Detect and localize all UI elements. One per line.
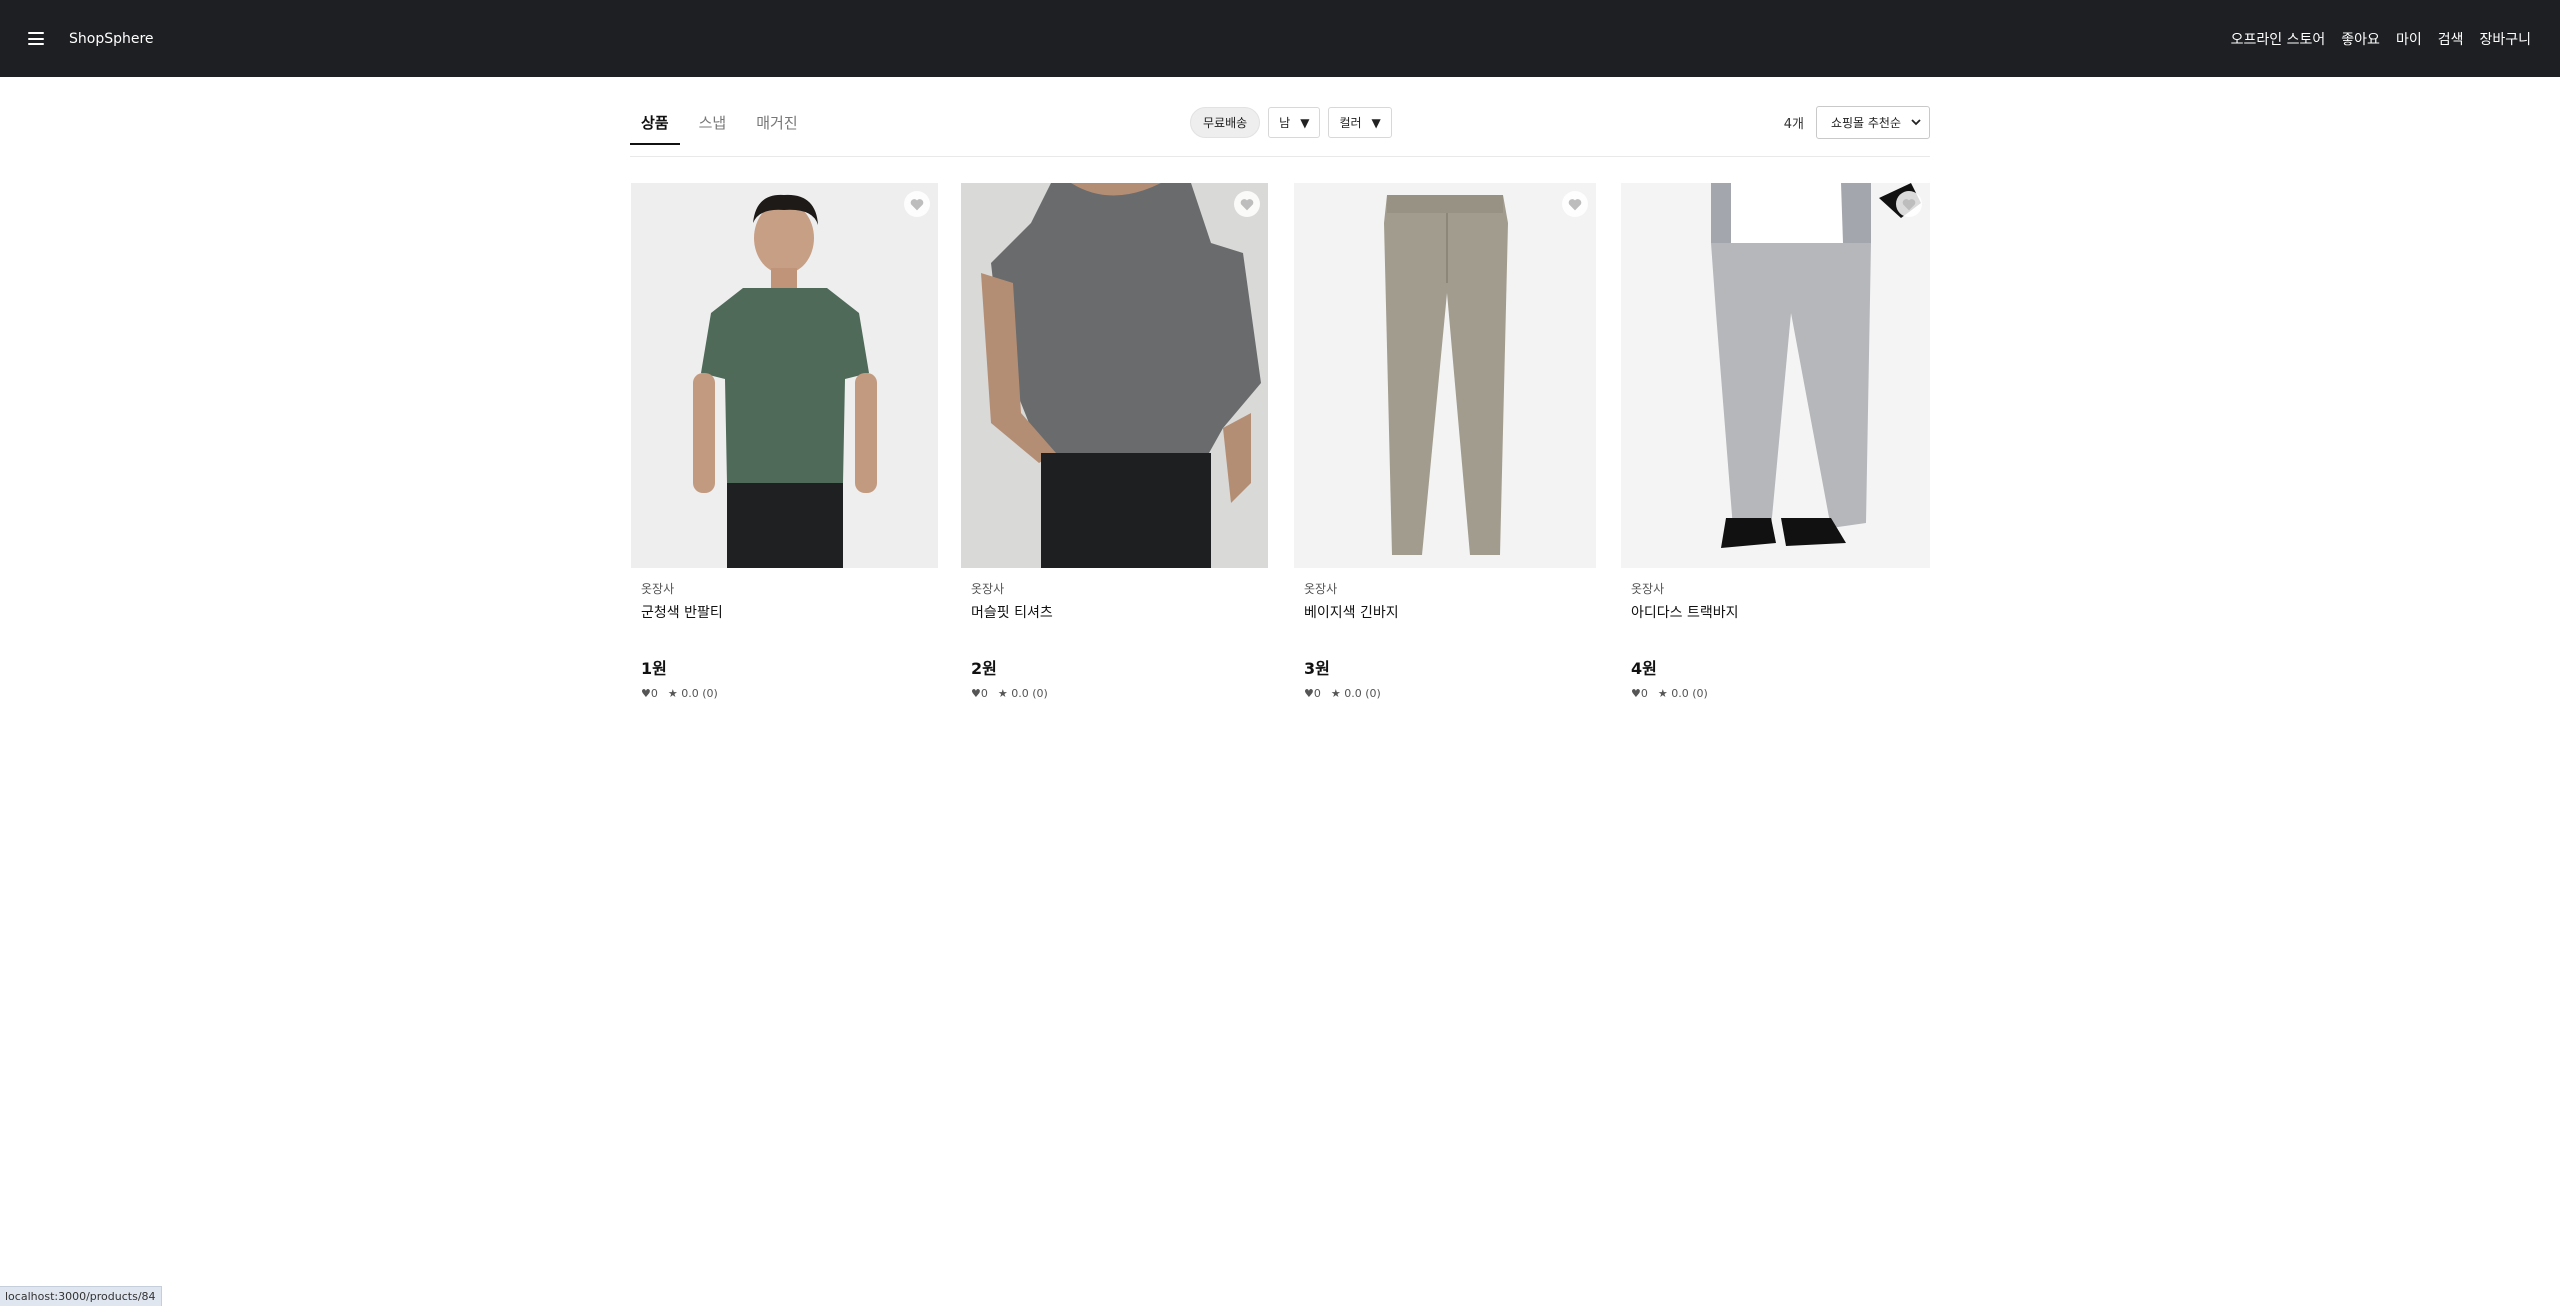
like-count: ♥0: [641, 687, 658, 700]
nav-link-cart[interactable]: 장바구니: [2479, 29, 2531, 49]
product-info: 옷장사 아디다스 트랙바지 4원 ♥0 ★ 0.0 (0): [1621, 568, 1930, 700]
product-price: 3원: [1304, 659, 1330, 678]
sort-select[interactable]: 쇼핑몰 추천순: [1815, 106, 1930, 139]
free-shipping-filter[interactable]: 무료배송: [1190, 107, 1261, 138]
rating-summary: ★ 0.0 (0): [667, 687, 718, 700]
product-stats: ♥0 ★ 0.0 (0): [641, 687, 928, 700]
green-tshirt-model-image: [631, 183, 938, 568]
store-name[interactable]: 옷장사: [971, 580, 1258, 597]
product-stats: ♥0 ★ 0.0 (0): [971, 687, 1258, 700]
product-image[interactable]: [631, 183, 938, 568]
store-name[interactable]: 옷장사: [641, 580, 928, 597]
product-card[interactable]: 옷장사 머슬핏 티셔츠 2원 ♥0 ★ 0.0 (0): [961, 183, 1268, 700]
filter-bar: 무료배송 남 ▼ 컬러 ▼: [1190, 107, 1392, 138]
nav-link-my[interactable]: 마이: [2396, 29, 2422, 49]
store-name[interactable]: 옷장사: [1631, 580, 1920, 597]
product-name[interactable]: 아디다스 트랙바지: [1631, 602, 1920, 622]
beige-pants-image: [1294, 183, 1596, 568]
nav-link-offline-store[interactable]: 오프라인 스토어: [2231, 29, 2326, 49]
main-content: 상품 스냅 매거진 무료배송 남 ▼ 컬러 ▼ 4개 쇼핑몰 추천순 옷장사 군…: [630, 77, 1930, 700]
listing-toolbar: 상품 스냅 매거진 무료배송 남 ▼ 컬러 ▼ 4개 쇼핑몰 추천순: [630, 77, 1930, 157]
sort-selected-label: 쇼핑몰 추천순: [1830, 116, 1901, 130]
result-count: 4개: [1783, 117, 1804, 132]
content-tabs: 상품 스냅 매거진: [630, 104, 817, 145]
status-bar-url: localhost:3000/products/84: [0, 1286, 162, 1306]
nav-link-search[interactable]: 검색: [2438, 29, 2464, 49]
product-name[interactable]: 베이지색 긴바지: [1304, 602, 1586, 622]
gray-track-pants-image: [1621, 183, 1930, 568]
like-count: ♥0: [1631, 687, 1648, 700]
heart-icon: [1240, 198, 1254, 210]
store-name[interactable]: 옷장사: [1304, 580, 1586, 597]
gender-filter-dropdown[interactable]: 남 ▼: [1268, 107, 1321, 138]
tab-snap[interactable]: 스냅: [688, 104, 738, 145]
color-filter-dropdown[interactable]: 컬러 ▼: [1328, 107, 1392, 138]
gender-filter-label: 남: [1279, 116, 1291, 130]
brand-logo-text[interactable]: ShopSphere: [69, 31, 154, 47]
top-navigation-bar: ShopSphere 오프라인 스토어 좋아요 마이 검색 장바구니: [0, 0, 2560, 77]
tab-magazine[interactable]: 매거진: [745, 104, 808, 145]
product-name[interactable]: 머슬핏 티셔츠: [971, 602, 1258, 622]
product-info: 옷장사 머슬핏 티셔츠 2원 ♥0 ★ 0.0 (0): [961, 568, 1268, 700]
product-price: 1원: [641, 659, 667, 678]
caret-down-icon: ▼: [1300, 115, 1310, 130]
product-card[interactable]: 옷장사 아디다스 트랙바지 4원 ♥0 ★ 0.0 (0): [1621, 183, 1930, 700]
gray-muscle-tshirt-image: [961, 183, 1268, 568]
rating-summary: ★ 0.0 (0): [997, 687, 1048, 700]
result-tools: 4개 쇼핑몰 추천순: [1784, 106, 1930, 139]
product-info: 옷장사 베이지색 긴바지 3원 ♥0 ★ 0.0 (0): [1294, 568, 1596, 700]
like-count: ♥0: [971, 687, 988, 700]
rating-summary: ★ 0.0 (0): [1657, 687, 1708, 700]
product-name[interactable]: 군청색 반팔티: [641, 602, 928, 622]
heart-icon: [1902, 198, 1916, 210]
caret-down-icon: ▼: [1371, 115, 1381, 130]
hamburger-menu-icon[interactable]: [28, 32, 44, 45]
rating-summary: ★ 0.0 (0): [1330, 687, 1381, 700]
chevron-down-icon: [1911, 119, 1921, 126]
tab-products[interactable]: 상품: [630, 104, 680, 145]
nav-link-likes[interactable]: 좋아요: [2341, 29, 2380, 49]
heart-icon: [1568, 198, 1582, 210]
heart-icon: [910, 198, 924, 210]
product-image[interactable]: [1294, 183, 1596, 568]
like-button[interactable]: [1896, 191, 1922, 217]
product-info: 옷장사 군청색 반팔티 1원 ♥0 ★ 0.0 (0): [631, 568, 938, 700]
product-image[interactable]: [961, 183, 1268, 568]
product-stats: ♥0 ★ 0.0 (0): [1631, 687, 1920, 700]
product-image[interactable]: [1621, 183, 1930, 568]
like-button[interactable]: [1234, 191, 1260, 217]
like-button[interactable]: [904, 191, 930, 217]
like-count: ♥0: [1304, 687, 1321, 700]
product-card[interactable]: 옷장사 군청색 반팔티 1원 ♥0 ★ 0.0 (0): [631, 183, 938, 700]
top-links: 오프라인 스토어 좋아요 마이 검색 장바구니: [2231, 29, 2531, 49]
color-filter-label: 컬러: [1339, 116, 1362, 130]
like-button[interactable]: [1562, 191, 1588, 217]
product-stats: ♥0 ★ 0.0 (0): [1304, 687, 1586, 700]
product-card[interactable]: 옷장사 베이지색 긴바지 3원 ♥0 ★ 0.0 (0): [1294, 183, 1596, 700]
product-price: 2원: [971, 659, 997, 678]
product-price: 4원: [1631, 659, 1657, 678]
